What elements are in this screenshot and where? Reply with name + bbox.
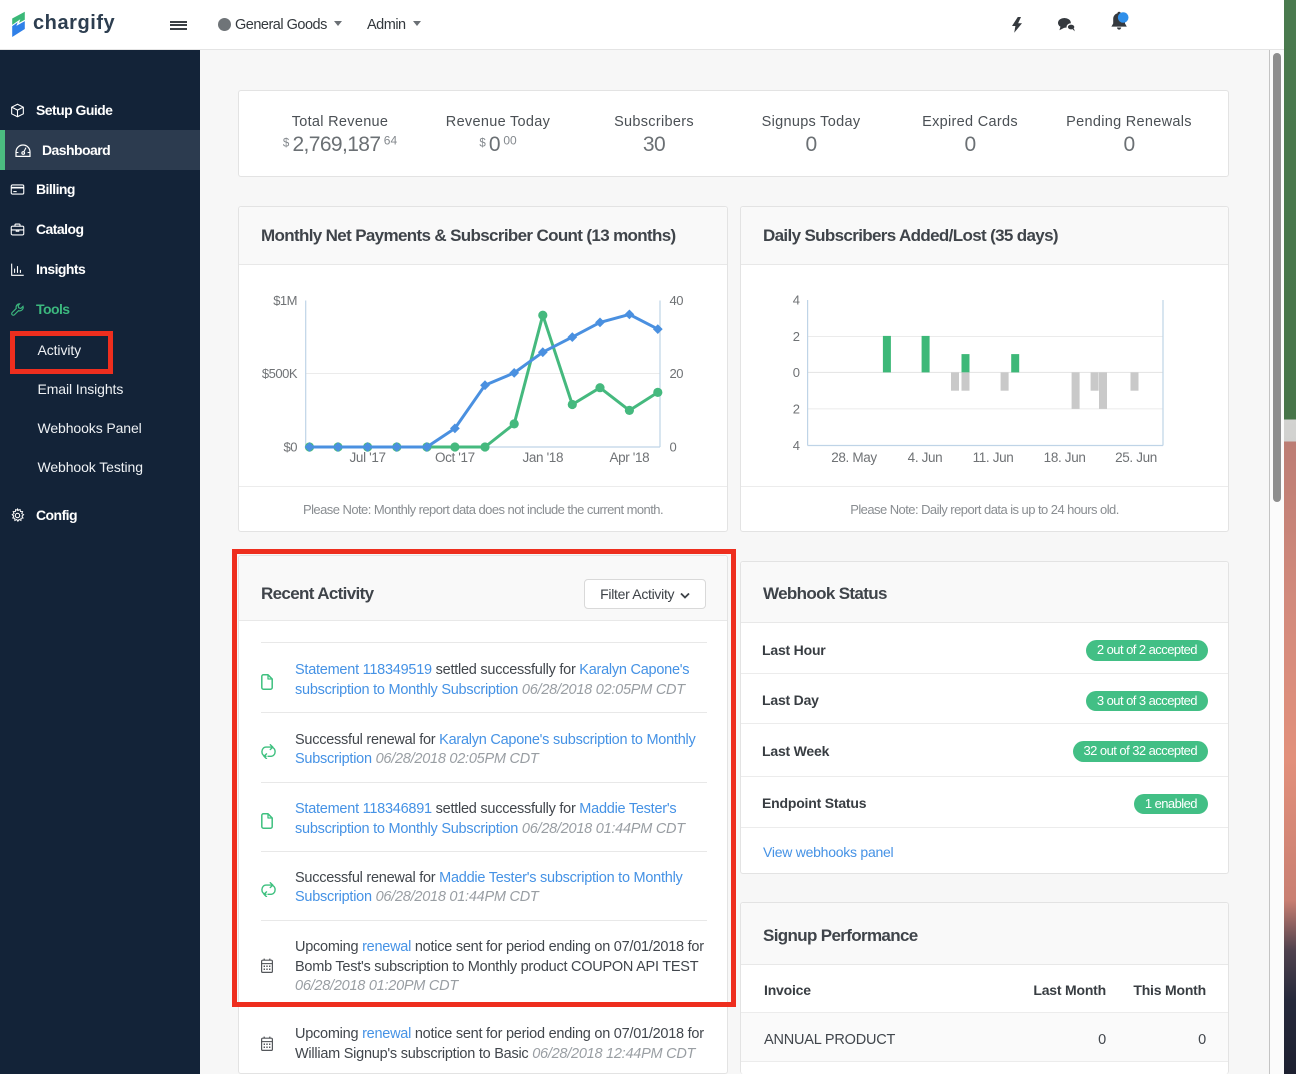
svg-text:4. Jun: 4. Jun (908, 450, 943, 465)
svg-text:$500K: $500K (262, 366, 298, 381)
svg-text:2: 2 (793, 329, 800, 344)
svg-text:4: 4 (793, 293, 800, 308)
svg-text:40: 40 (670, 293, 684, 308)
svg-text:0: 0 (670, 440, 677, 455)
svg-text:0: 0 (793, 365, 800, 380)
svg-text:Jan '18: Jan '18 (522, 450, 563, 465)
svg-text:25. Jun: 25. Jun (1115, 450, 1157, 465)
svg-text:Oct '17: Oct '17 (435, 450, 475, 465)
svg-text:2: 2 (793, 401, 800, 416)
svg-text:28. May: 28. May (831, 450, 877, 465)
svg-text:Jul '17: Jul '17 (350, 450, 386, 465)
svg-text:4: 4 (793, 438, 800, 453)
svg-text:11. Jun: 11. Jun (973, 450, 1014, 465)
svg-text:20: 20 (670, 366, 684, 381)
svg-text:18. Jun: 18. Jun (1044, 450, 1086, 465)
svg-text:$1M: $1M (273, 293, 297, 308)
svg-text:$0: $0 (284, 440, 298, 455)
svg-text:Apr '18: Apr '18 (609, 450, 649, 465)
